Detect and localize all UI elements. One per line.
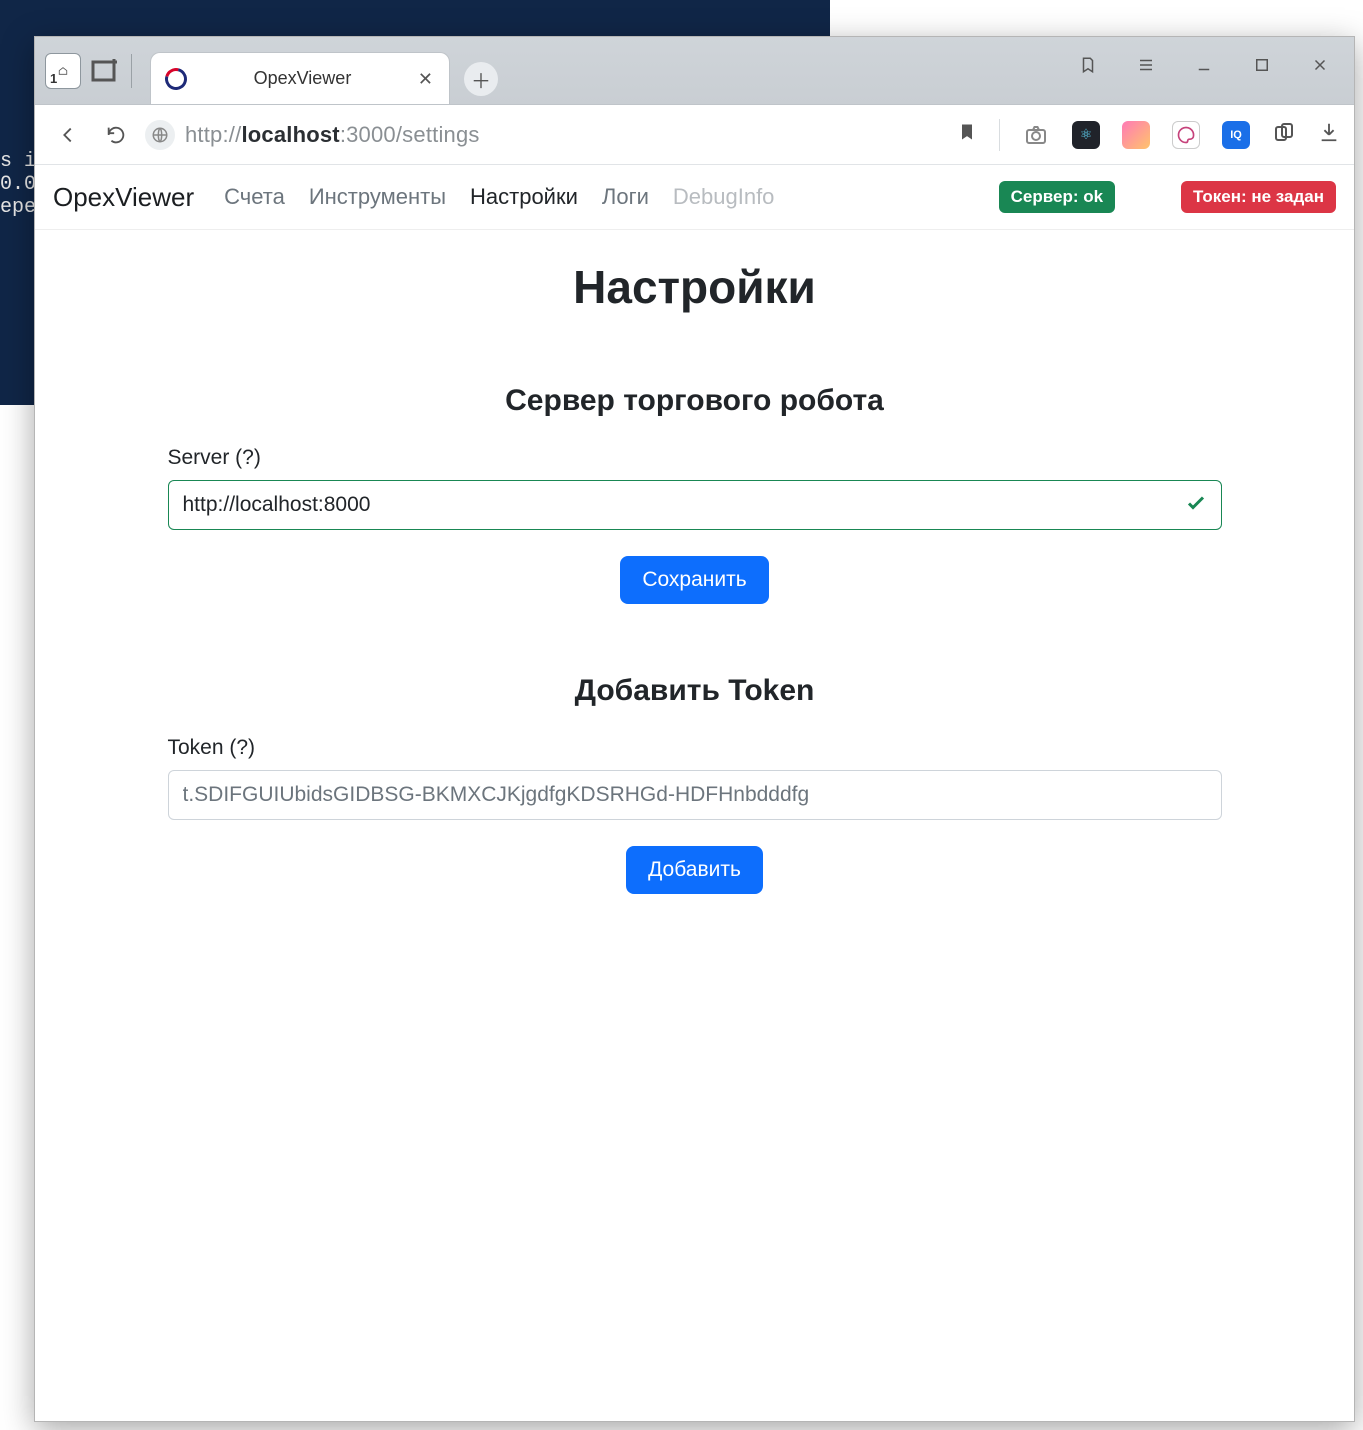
server-url-input[interactable] [168,480,1222,530]
url-display[interactable]: http://localhost:3000/settings [185,122,947,148]
nav-accounts[interactable]: Счета [224,184,285,210]
maximize-icon[interactable] [1248,51,1276,79]
reload-button[interactable] [97,116,135,154]
divider [131,54,132,88]
extensions-icon[interactable] [1272,120,1296,149]
back-button[interactable] [49,116,87,154]
token-section-title: Добавить Token [168,674,1222,708]
close-window-icon[interactable] [1306,51,1334,79]
minimize-icon[interactable] [1190,51,1218,79]
add-token-button[interactable]: Добавить [626,846,763,894]
url-host: localhost [241,122,339,148]
opera-favicon-icon [161,63,191,93]
browser-tab[interactable]: OpexViewer ✕ [150,52,450,104]
page-content: OpexViewer Счета Инструменты Настройки Л… [35,165,1354,1421]
menu-icon[interactable] [1132,51,1160,79]
divider [999,119,1000,151]
server-input-label: Server (?) [168,446,1222,470]
valid-check-icon [1184,491,1208,520]
gradient-ext-icon[interactable] [1122,121,1150,149]
close-tab-icon[interactable]: ✕ [418,70,433,88]
downloads-icon[interactable] [1318,121,1340,148]
screenshot-ext-icon[interactable] [1022,121,1050,149]
address-bar: http://localhost:3000/settings ⚛ IQ [35,105,1354,165]
token-input-label: Token (?) [168,736,1222,760]
page-title: Настройки [168,260,1222,314]
palette-ext-icon[interactable] [1172,121,1200,149]
server-section-title: Сервер торгового робота [168,384,1222,418]
url-scheme: http:// [185,122,241,148]
nav-logs[interactable]: Логи [602,184,649,210]
token-input[interactable] [168,770,1222,820]
new-window-icon[interactable] [87,53,123,89]
server-status-badge: Сервер: ok [999,181,1115,213]
save-server-button[interactable]: Сохранить [620,556,768,604]
tab-title: OpexViewer [201,68,404,89]
bookmark-sync-icon[interactable] [1074,51,1102,79]
react-devtools-ext-icon[interactable]: ⚛ [1072,121,1100,149]
url-path: :3000/settings [340,122,480,148]
nav-instruments[interactable]: Инструменты [309,184,446,210]
nav-debuginfo: DebugInfo [673,184,775,210]
app-navbar: OpexViewer Счета Инструменты Настройки Л… [35,165,1354,230]
iq-ext-icon[interactable]: IQ [1222,121,1250,149]
browser-window: OpexViewer ✕ ＋ [34,36,1355,1422]
workspace-icon[interactable] [45,53,81,89]
browser-titlebar: OpexViewer ✕ ＋ [35,37,1354,105]
app-brand[interactable]: OpexViewer [53,182,194,213]
nav-settings[interactable]: Настройки [470,184,578,210]
site-info-icon[interactable] [145,120,175,150]
bookmark-icon[interactable] [957,122,977,147]
new-tab-button[interactable]: ＋ [464,62,498,96]
token-status-badge: Токен: не задан [1181,181,1336,213]
